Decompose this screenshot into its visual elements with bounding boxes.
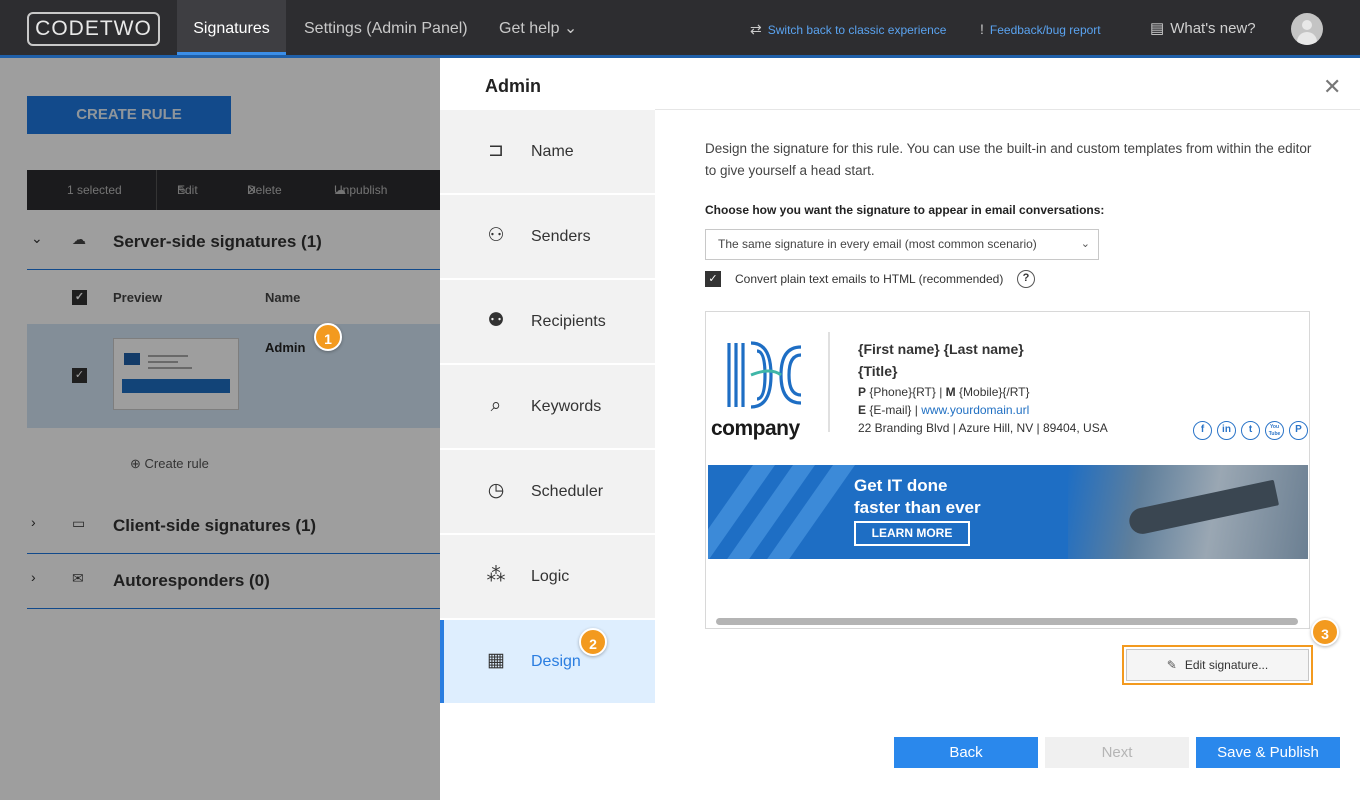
modal-backdrop[interactable] <box>0 58 440 800</box>
banner-headline-line-2: faster than ever <box>854 498 981 517</box>
convert-html-row: ✓ Convert plain text emails to HTML (rec… <box>705 270 1105 290</box>
next-button[interactable]: Next <box>1045 737 1189 768</box>
learn-more-button[interactable]: LEARN MORE <box>854 521 970 546</box>
whats-new-label: What's new? <box>1170 20 1256 37</box>
top-bar: CODETWO Signatures Settings (Admin Panel… <box>0 0 1360 58</box>
signature-address: 22 Branding Blvd | Azure Hill, NV | 8940… <box>858 421 1108 435</box>
whats-new-button[interactable]: ▤ What's new? <box>1150 0 1256 58</box>
chevron-down-icon: ⌄ <box>1080 238 1090 250</box>
conversation-mode-label: Choose how you want the signature to app… <box>705 203 1105 217</box>
feedback-icon: ! <box>980 21 984 37</box>
panel-title: Admin <box>485 76 541 96</box>
back-button[interactable]: Back <box>894 737 1038 768</box>
senders-icon: ⚇ <box>487 225 505 246</box>
step-label: Name <box>531 143 574 160</box>
tab-signatures[interactable]: Signatures <box>177 0 286 55</box>
banner-headline-line-1: Get IT done <box>854 476 948 495</box>
signature-preview: company {First name} {Last name} {Title}… <box>705 311 1310 629</box>
preview-scrollbar[interactable] <box>716 618 1298 625</box>
keywords-icon: ⌕ <box>490 395 502 416</box>
convert-html-checkbox[interactable]: ✓ <box>705 271 721 287</box>
pencil-icon: ✎ <box>1166 658 1177 672</box>
convert-html-label[interactable]: Convert plain text emails to HTML (recom… <box>735 270 1003 288</box>
tab-get-help[interactable]: Get help ⌄ <box>499 0 577 55</box>
step-badge-1: 1 <box>314 323 342 351</box>
step-badge-2: 2 <box>579 628 607 656</box>
step-label: Keywords <box>531 398 602 415</box>
step-label: Recipients <box>531 313 606 330</box>
signature-title: {Title} <box>858 363 898 379</box>
signature-phones: P {Phone}{RT} | M {Mobile}{/RT} <box>858 385 1030 399</box>
select-value: The same signature in every email (most … <box>718 237 1037 251</box>
signature-name: {First name} {Last name} <box>858 341 1024 357</box>
design-intro-text: Design the signature for this rule. You … <box>705 141 1312 178</box>
feedback-label: Feedback/bug report <box>989 23 1101 37</box>
avatar[interactable] <box>1291 13 1323 45</box>
facebook-icon[interactable]: f <box>1193 421 1212 440</box>
website-link[interactable]: www.yourdomain.url <box>921 403 1029 417</box>
clock-icon: ◷ <box>487 480 505 501</box>
step-label: Senders <box>531 228 591 245</box>
rule-editor-panel: Admin ✕ ⊐ Name ⚇ Senders ⚉ Recipients ⌕ … <box>440 58 1360 800</box>
email-value: {E-mail} <box>869 403 912 417</box>
step-label: Logic <box>531 568 570 585</box>
signature-banner[interactable]: Get IT done faster than ever LEARN MORE <box>708 465 1308 559</box>
phone-value: {Phone}{RT} <box>869 385 936 399</box>
tab-settings[interactable]: Settings (Admin Panel) <box>304 0 468 55</box>
mobile-value: {Mobile}{/RT} <box>959 385 1030 399</box>
step-label: Scheduler <box>531 483 604 500</box>
step-keywords[interactable]: ⌕ Keywords <box>440 365 655 448</box>
email-label: E <box>858 403 867 417</box>
pinterest-icon[interactable]: P <box>1289 421 1308 440</box>
close-icon[interactable]: ✕ <box>1323 76 1341 98</box>
step-recipients[interactable]: ⚉ Recipients <box>440 280 655 363</box>
switch-classic-label: Switch back to classic experience <box>767 23 947 37</box>
logic-icon: ⁂ <box>486 565 506 586</box>
linkedin-icon[interactable]: in <box>1217 421 1236 440</box>
youtube-icon[interactable]: You Tube <box>1265 421 1284 440</box>
switch-icon: ⇄ <box>750 21 762 37</box>
step-list: ⊐ Name ⚇ Senders ⚉ Recipients ⌕ Keywords… <box>440 110 655 703</box>
edit-signature-label: Edit signature... <box>1184 658 1269 672</box>
conversation-mode-select[interactable]: The same signature in every email (most … <box>705 229 1099 260</box>
step-design[interactable]: ▦ Design <box>440 620 655 703</box>
step-label: Design <box>531 653 581 670</box>
news-icon: ▤ <box>1150 20 1165 37</box>
recipients-icon: ⚉ <box>487 310 505 331</box>
company-wordmark: company <box>711 417 800 440</box>
step-name[interactable]: ⊐ Name <box>440 110 655 193</box>
codetwo-logo[interactable]: CODETWO <box>27 12 160 46</box>
signature-email: E {E-mail} | www.yourdomain.url <box>858 403 1030 417</box>
twitter-icon[interactable]: t <box>1241 421 1260 440</box>
signpost-icon: ⊐ <box>488 140 504 161</box>
feedback-link[interactable]: ! Feedback/bug report <box>980 0 1101 58</box>
design-icon: ▦ <box>487 650 505 671</box>
step-badge-3: 3 <box>1311 618 1339 646</box>
banner-headline: Get IT done faster than ever <box>854 475 981 519</box>
step-scheduler[interactable]: ◷ Scheduler <box>440 450 655 533</box>
switch-classic-link[interactable]: ⇄ Switch back to classic experience <box>750 0 946 58</box>
edit-signature-button[interactable]: ✎ Edit signature... <box>1126 649 1309 681</box>
step-senders[interactable]: ⚇ Senders <box>440 195 655 278</box>
save-publish-button[interactable]: Save & Publish <box>1196 737 1340 768</box>
help-icon[interactable]: ? <box>1017 270 1035 288</box>
mobile-label: M <box>945 385 956 399</box>
step-logic[interactable]: ⁂ Logic <box>440 535 655 618</box>
design-content: Design the signature for this rule. You … <box>705 138 1325 288</box>
phone-label: P <box>858 385 867 399</box>
